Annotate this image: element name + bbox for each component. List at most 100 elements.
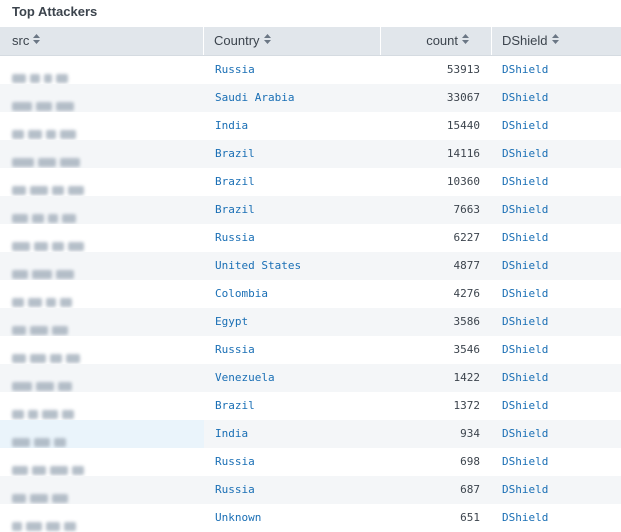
redacted-ip [12,486,72,503]
cell-dshield-link[interactable]: DShield [492,364,621,392]
cell-src[interactable] [0,196,204,224]
cell-count: 3546 [453,343,481,356]
cell-dshield-link[interactable]: DShield [492,196,621,224]
sort-both-icon [263,34,271,46]
table-row: Russia 3546 DShield [0,336,621,364]
cell-dshield-link[interactable]: DShield [492,392,621,420]
cell-dshield-link[interactable]: DShield [492,308,621,336]
sort-both-icon [462,34,469,46]
cell-src[interactable] [0,504,204,532]
table-row: Russia 698 DShield [0,448,621,476]
top-attackers-panel: Top Attackers src Country count DShield … [0,0,621,532]
cell-dshield-link[interactable]: DShield [492,168,621,196]
table-row: Venezuela 1422 DShield [0,364,621,392]
cell-src[interactable] [0,168,204,196]
redacted-ip [12,430,70,447]
redacted-ip [12,346,84,363]
cell-dshield-link[interactable]: DShield [492,112,621,140]
cell-country[interactable]: Egypt [204,308,381,336]
cell-country[interactable]: Brazil [204,168,381,196]
table-row: Saudi Arabia 33067 DShield [0,84,621,112]
cell-dshield-link[interactable]: DShield [492,476,621,504]
cell-src[interactable] [0,448,204,476]
cell-count: 6227 [453,231,481,244]
cell-country[interactable]: Colombia [204,280,381,308]
cell-country[interactable]: Russia [204,224,381,252]
table-row: Russia 6227 DShield [0,224,621,252]
column-header-country[interactable]: Country [204,27,381,55]
cell-dshield-link[interactable]: DShield [492,448,621,476]
cell-count: 4877 [453,259,481,272]
cell-count: 14116 [446,147,480,160]
table-body: Russia 53913 DShield Saudi Arabia 33067 DShie… [0,56,621,532]
cell-country[interactable]: Russia [204,476,381,504]
table-row: India 15440 DShield [0,112,621,140]
cell-dshield-link[interactable]: DShield [492,280,621,308]
redacted-ip [12,262,78,279]
redacted-ip [12,290,76,307]
cell-src[interactable] [0,84,204,112]
cell-dshield-link[interactable]: DShield [492,252,621,280]
cell-dshield-link[interactable]: DShield [492,140,621,168]
cell-dshield-link[interactable]: DShield [492,84,621,112]
redacted-ip [12,234,88,251]
cell-country[interactable]: Brazil [204,140,381,168]
cell-country[interactable]: Brazil [204,196,381,224]
redacted-ip [12,206,80,223]
column-header-src[interactable]: src [0,27,204,55]
redacted-ip [12,402,78,419]
cell-count: 15440 [446,119,480,132]
cell-country[interactable]: Brazil [204,392,381,420]
table-row: Brazil 7663 DShield [0,196,621,224]
cell-dshield-link[interactable]: DShield [492,420,621,448]
cell-country[interactable]: Russia [204,56,381,84]
cell-src[interactable] [0,280,204,308]
cell-count: 1372 [453,399,481,412]
cell-country[interactable]: Unknown [204,504,381,532]
cell-country[interactable]: Venezuela [204,364,381,392]
redacted-ip [12,514,80,531]
cell-src[interactable] [0,308,204,336]
column-header-count[interactable]: count [381,27,492,55]
table-row: Brazil 14116 DShield [0,140,621,168]
column-header-dshield[interactable]: DShield [492,27,621,55]
cell-src[interactable] [0,392,204,420]
cell-country[interactable]: India [204,420,381,448]
cell-count: 33067 [446,91,480,104]
cell-country[interactable]: United States [204,252,381,280]
table-header: src Country count DShield [0,27,621,56]
cell-dshield-link[interactable]: DShield [492,56,621,84]
cell-src[interactable] [0,420,204,448]
cell-src[interactable] [0,56,204,84]
column-header-label: Country [214,33,260,48]
cell-src[interactable] [0,224,204,252]
cell-src[interactable] [0,336,204,364]
redacted-ip [12,178,88,195]
table-row: Unknown 651 DShield [0,504,621,532]
cell-dshield-link[interactable]: DShield [492,336,621,364]
cell-src[interactable] [0,112,204,140]
table-row: Brazil 1372 DShield [0,392,621,420]
cell-dshield-link[interactable]: DShield [492,224,621,252]
redacted-ip [12,94,78,111]
panel-title: Top Attackers [12,4,98,19]
table-row: United States 4877 DShield [0,252,621,280]
cell-country[interactable]: Saudi Arabia [204,84,381,112]
column-header-label: DShield [502,33,548,48]
cell-src[interactable] [0,140,204,168]
cell-country[interactable]: Russia [204,336,381,364]
redacted-ip [12,374,76,391]
redacted-ip [12,458,88,475]
cell-src[interactable] [0,252,204,280]
cell-count: 53913 [446,63,480,76]
cell-dshield-link[interactable]: DShield [492,504,621,532]
table-row: Colombia 4276 DShield [0,280,621,308]
cell-country[interactable]: India [204,112,381,140]
cell-src[interactable] [0,476,204,504]
cell-count: 7663 [453,203,481,216]
cell-src[interactable] [0,364,204,392]
redacted-ip [12,318,72,335]
column-header-label: src [12,33,30,48]
cell-country[interactable]: Russia [204,448,381,476]
cell-count: 10360 [446,175,480,188]
